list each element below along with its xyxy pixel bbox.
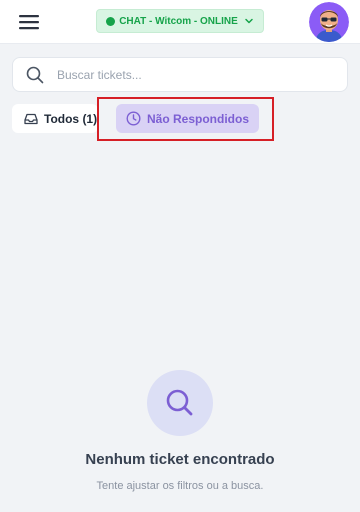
clock-icon: [126, 111, 141, 126]
channel-status-label: CHAT - Witcom - ONLINE: [119, 15, 238, 27]
tab-todos-label: Todos (1): [44, 111, 98, 126]
tab-nao-respondidos-label: Não Respondidos: [146, 111, 249, 126]
online-status-dot: [106, 16, 116, 26]
empty-state-icon-circle: [147, 370, 213, 436]
search-icon: [26, 66, 44, 84]
empty-state-title: Nenhum ticket encontrado: [85, 451, 275, 468]
search-box: [12, 57, 348, 92]
top-bar: CHAT - Witcom - ONLINE: [0, 0, 360, 44]
tab-nao-respondidos[interactable]: Não Respondidos: [116, 104, 259, 133]
channel-status-dropdown[interactable]: CHAT - Witcom - ONLINE: [96, 9, 264, 33]
menu-button[interactable]: [14, 8, 44, 36]
search-input[interactable]: [57, 58, 343, 91]
hamburger-menu-icon: [19, 15, 39, 30]
user-avatar[interactable]: [309, 2, 349, 42]
search-icon: [166, 389, 193, 416]
inbox-icon: [24, 113, 38, 124]
empty-state-subtitle: Tente ajustar os filtros ou a busca.: [96, 480, 264, 492]
avatar-icon: [309, 2, 349, 42]
chevron-down-icon: [244, 16, 254, 26]
tab-todos[interactable]: Todos (1): [12, 104, 98, 133]
